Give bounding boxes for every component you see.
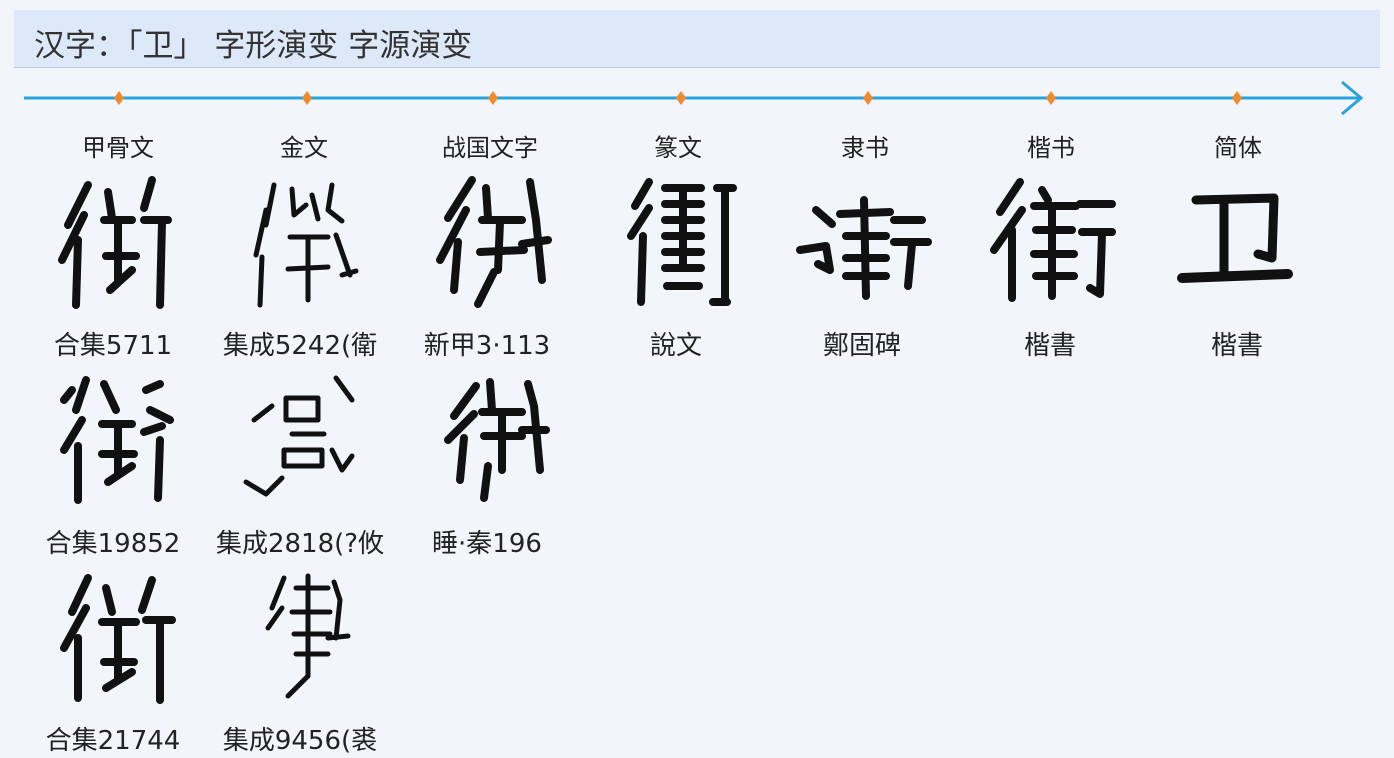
source-label: 楷書 (1023, 331, 1076, 361)
stage-label-jinwen: 金文 (280, 134, 328, 162)
source-label: 合集21744 (45, 726, 181, 756)
timeline-marker (1232, 91, 1242, 105)
glyph-bronze-5242 (232, 175, 382, 315)
glyph-simplified-wei (1162, 170, 1312, 310)
timeline-marker (863, 91, 873, 105)
timeline-marker (1046, 91, 1056, 105)
source-label: 說文 (649, 331, 702, 361)
stage-label-jianti: 简体 (1214, 134, 1262, 162)
source-label: 合集19852 (45, 529, 181, 559)
glyph-clerical-zhenggu (790, 180, 940, 320)
stage-label-kaishu: 楷书 (1027, 134, 1075, 162)
stage-label-zhanguo: 战国文字 (442, 134, 538, 162)
source-label: 集成2818(?攸 (215, 529, 385, 559)
glyph-bronze-9456 (232, 568, 382, 708)
source-label: 集成5242(衛 (222, 331, 378, 361)
timeline (24, 80, 1364, 116)
source-label: 鄭固碑 (822, 331, 901, 361)
timeline-marker (488, 91, 498, 105)
glyph-oracle-21744 (42, 568, 192, 708)
glyph-oracle-5711 (40, 170, 190, 310)
timeline-marker (302, 91, 312, 105)
source-label: 楷書 (1210, 331, 1263, 361)
glyph-regular-kai (976, 170, 1126, 310)
source-label: 新甲3·113 (423, 331, 551, 361)
glyph-oracle-19852 (42, 370, 192, 510)
source-label: 集成9456(裘 (222, 726, 378, 756)
source-label: 睡·秦196 (432, 529, 542, 559)
stage-label-jiaguwen: 甲骨文 (82, 134, 154, 162)
glyph-bronze-2818 (232, 370, 382, 510)
timeline-marker (676, 91, 686, 105)
source-label: 合集5711 (53, 331, 173, 361)
stage-label-lishu: 隶书 (841, 134, 889, 162)
glyph-warring-shui-196 (418, 370, 568, 510)
timeline-marker (114, 91, 124, 105)
glyph-seal-shuowen (605, 170, 755, 310)
glyph-warring-states (418, 170, 568, 310)
stage-label-zhuanwen: 篆文 (654, 134, 702, 162)
